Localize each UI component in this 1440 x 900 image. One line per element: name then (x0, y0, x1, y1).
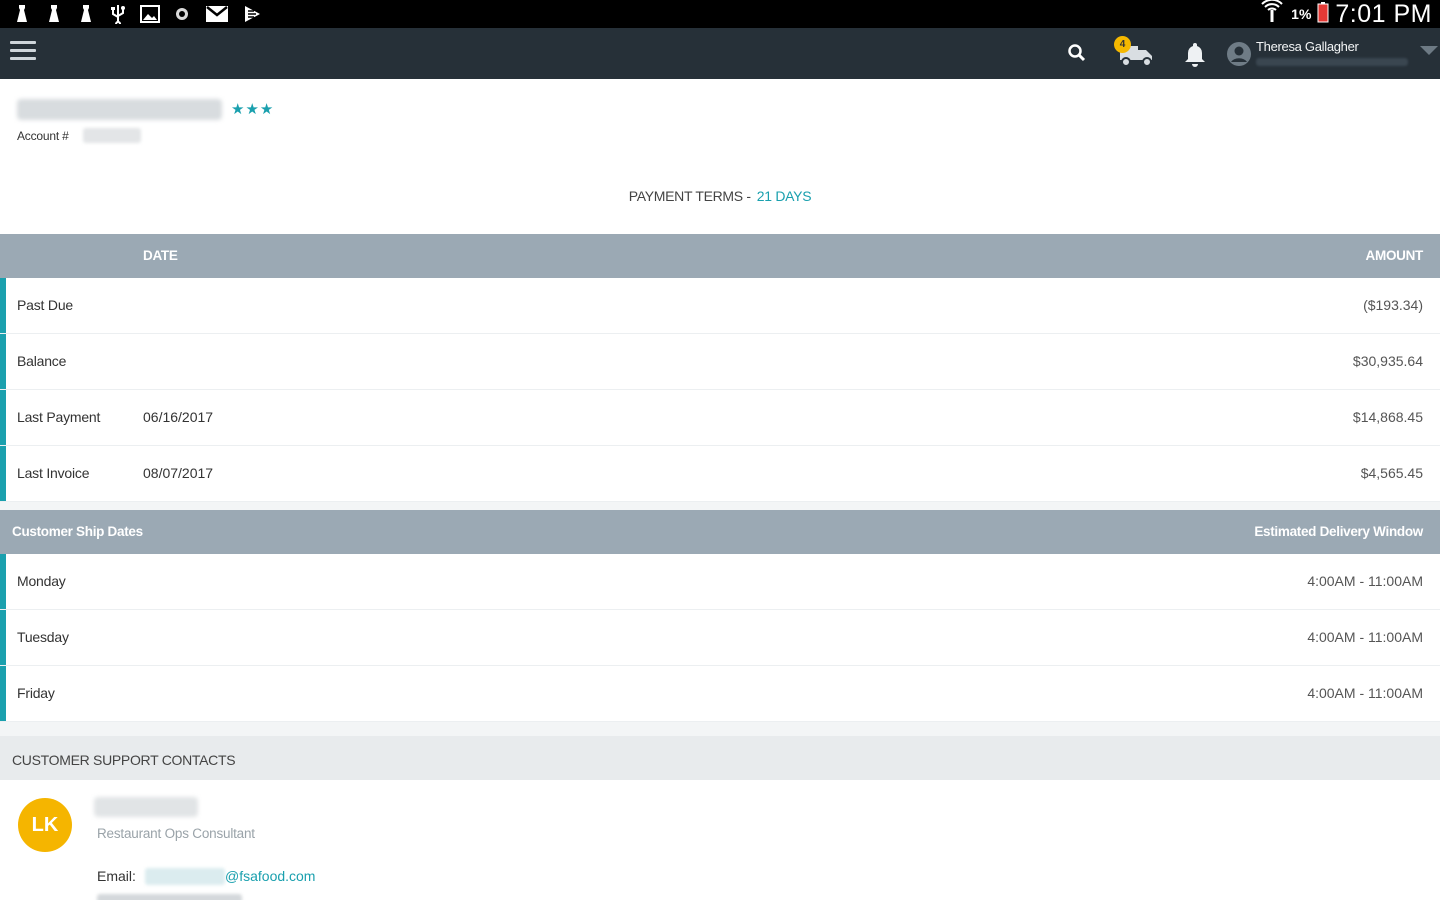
contact-email-link[interactable]: @fsafood.com (225, 868, 315, 884)
table-row: Tuesday 4:00AM - 11:00AM (0, 610, 1440, 666)
payment-terms-value: 21 DAYS (756, 188, 812, 204)
date-column-header: DATE (143, 248, 178, 263)
image-icon (140, 4, 160, 24)
gmail-icon (204, 4, 230, 24)
row-label: Balance (17, 353, 67, 369)
delivery-window: 4:00AM - 11:00AM (1307, 573, 1423, 589)
payment-terms: PAYMENT TERMS - 21 DAYS (0, 188, 1440, 204)
amount-column-header: AMOUNT (1365, 248, 1424, 263)
ship-day: Monday (17, 573, 66, 589)
account-circle-icon (1226, 41, 1252, 67)
contact-role: Restaurant Ops Consultant (97, 826, 255, 841)
hamburger-menu-icon[interactable] (10, 41, 36, 65)
table-row: Monday 4:00AM - 11:00AM (0, 554, 1440, 610)
support-contacts-title: CUSTOMER SUPPORT CONTACTS (12, 752, 236, 768)
row-amount: $4,565.45 (1360, 465, 1423, 481)
contact-email-redacted[interactable] (145, 868, 225, 885)
ship-dates-column-header: Customer Ship Dates (12, 524, 143, 539)
section-divider (0, 502, 1440, 510)
ship-day: Tuesday (17, 629, 69, 645)
chevron-down-icon[interactable] (1420, 46, 1438, 55)
account-name-redacted (17, 99, 222, 120)
status-bar: 1% 7:01 PM (0, 0, 1440, 28)
payment-terms-label: PAYMENT TERMS - (628, 188, 751, 204)
user-name: Theresa Gallagher (1256, 39, 1359, 54)
deliveries-button[interactable]: 4 (1114, 36, 1158, 70)
account-number-redacted (83, 128, 141, 143)
signal-icon (1259, 0, 1285, 29)
table-row: Past Due ($193.34) (0, 278, 1440, 334)
battery-icon (1317, 1, 1329, 28)
table-row: Balance $30,935.64 (0, 334, 1440, 390)
ship-dates-header: Customer Ship Dates Estimated Delivery W… (0, 510, 1440, 554)
table-row: Friday 4:00AM - 11:00AM (0, 666, 1440, 722)
user-menu[interactable]: Theresa Gallagher (1226, 37, 1440, 73)
delivery-window: 4:00AM - 11:00AM (1307, 685, 1423, 701)
table-row: Last Payment 06/16/2017 $14,868.45 (0, 390, 1440, 446)
status-bar-notifications (12, 3, 262, 25)
row-amount: $14,868.45 (1352, 409, 1423, 425)
delivery-window-column-header: Estimated Delivery Window (1254, 524, 1423, 539)
row-label: Last Invoice (17, 465, 90, 481)
contact-email-label: Email: (97, 868, 136, 884)
section-divider (0, 722, 1440, 736)
account-rating-stars: ★★★ (231, 101, 275, 118)
notification-icon (12, 4, 32, 24)
row-date: 08/07/2017 (143, 465, 214, 481)
notification-icon (76, 4, 96, 24)
ship-day: Friday (17, 685, 55, 701)
row-label: Past Due (17, 297, 73, 313)
user-subtitle-redacted (1256, 58, 1408, 66)
row-date: 06/16/2017 (143, 409, 214, 425)
row-amount: $30,935.64 (1352, 353, 1423, 369)
contact-name-redacted (94, 797, 198, 817)
contact-phone-redacted[interactable] (97, 894, 242, 900)
notification-icon (44, 4, 64, 24)
row-amount: ($193.34) (1363, 297, 1423, 313)
balance-table-header: DATE AMOUNT (0, 234, 1440, 278)
support-contacts-header: CUSTOMER SUPPORT CONTACTS (0, 736, 1440, 780)
contact-avatar: LK (18, 798, 72, 852)
battery-percent: 1% (1291, 6, 1312, 22)
play-store-icon (242, 4, 262, 24)
clock: 7:01 PM (1335, 0, 1432, 28)
delivery-window: 4:00AM - 11:00AM (1307, 629, 1423, 645)
bell-icon[interactable] (1182, 40, 1208, 68)
status-bar-system: 1% 7:01 PM (1259, 0, 1432, 28)
app-bar: 4 Theresa Gallagher (0, 28, 1440, 79)
row-label: Last Payment (17, 409, 101, 425)
account-number-label: Account # (17, 129, 69, 143)
usb-icon (108, 4, 128, 24)
table-row: Last Invoice 08/07/2017 $4,565.45 (0, 446, 1440, 502)
dot-icon (172, 4, 192, 24)
delivery-count-badge: 4 (1114, 36, 1131, 53)
search-icon[interactable] (1066, 42, 1088, 64)
